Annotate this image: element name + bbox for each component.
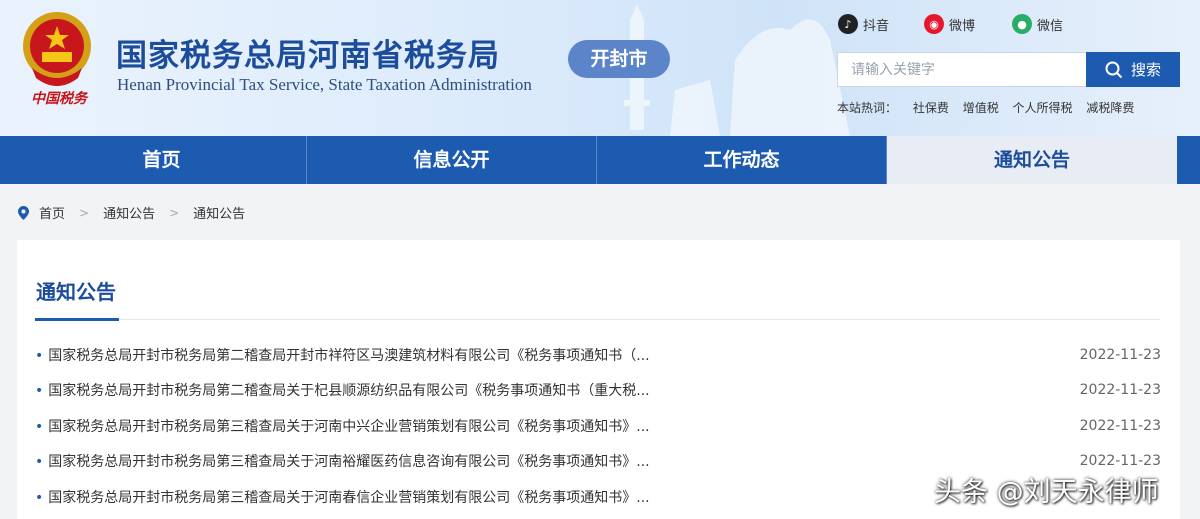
notice-date: 2022-11-23 [1079,417,1161,434]
site-header: 中国税务 国家税务总局河南省税务局 Henan Provincial Tax S… [0,0,1200,136]
wechat-icon: ● [1012,14,1032,34]
social-douyin-link[interactable]: ♪ 抖音 [838,14,889,34]
search-button-label: 搜索 [1130,61,1161,79]
search-input[interactable] [837,52,1088,87]
breadcrumb-item[interactable]: 通知公告 [193,203,245,222]
social-weibo-link[interactable]: ◉ 微博 [924,14,975,34]
notice-date: 2022-11-23 [1079,346,1161,363]
hot-term-link[interactable]: 增值税 [963,101,999,115]
location-pin-icon [18,205,29,220]
notice-title[interactable]: 国家税务总局开封市税务局第三稽查局关于河南中兴企业营销策划有限公司《税务事项通知… [35,416,715,436]
social-label: 微信 [1037,18,1064,34]
main-nav: 首页 信息公开 工作动态 通知公告 [0,136,1200,184]
hot-term-link[interactable]: 个人所得税 [1013,101,1073,115]
emblem-caption: 中国税务 [31,91,87,107]
hot-terms-label: 本站热词： [837,101,898,115]
city-badge[interactable]: 开封市 [568,40,670,78]
search-button[interactable]: 搜索 [1086,52,1180,87]
chevron-right-icon: > [79,205,90,220]
breadcrumb-item[interactable]: 通知公告 [103,203,155,222]
notice-title[interactable]: 国家税务总局开封市税务局第三稽查局关于河南裕耀医药信息咨询有限公司《税务事项通知… [35,451,715,471]
nav-item-info-disclosure[interactable]: 信息公开 [307,136,597,184]
list-item[interactable]: 国家税务总局开封市税务局第二稽查局开封市祥符区马澳建筑材料有限公司《税务事项通知… [35,337,1161,373]
notice-title[interactable]: 国家税务总局开封市税务局第二稽查局关于杞县顺源纺织品有限公司《税务事项通知书（重… [35,380,715,400]
chevron-right-icon: > [169,205,180,220]
notice-title[interactable]: 国家税务总局开封市税务局第三稽查局关于河南春信企业营销策划有限公司《税务事项通知… [35,487,715,507]
hot-term-link[interactable]: 减税降费 [1086,101,1134,115]
hot-terms: 本站热词： 社保费 增值税 个人所得税 减税降费 [837,99,1144,116]
list-item[interactable]: 国家税务总局开封市税务局第二稽查局关于杞县顺源纺织品有限公司《税务事项通知书（重… [35,373,1161,409]
breadcrumb-item[interactable]: 首页 [39,203,65,222]
notice-date: 2022-11-23 [1079,453,1161,470]
nav-item-home[interactable]: 首页 [17,136,307,184]
notice-title[interactable]: 国家税务总局开封市税务局第二稽查局开封市祥符区马澳建筑材料有限公司《税务事项通知… [35,345,715,365]
douyin-icon: ♪ [838,14,858,34]
social-label: 抖音 [863,18,890,34]
weibo-icon: ◉ [924,14,944,34]
watermark: 头条 @刘天永律师 [934,477,1159,508]
site-subtitle: Henan Provincial Tax Service, State Taxa… [117,75,532,94]
site-title[interactable]: 国家税务总局河南省税务局 [116,30,500,75]
social-wechat-link[interactable]: ● 微信 [1012,14,1063,34]
section-divider [35,318,1160,321]
section-title: 通知公告 [36,280,116,304]
breadcrumb: 首页 > 通知公告 > 通知公告 [18,203,245,222]
search-icon [1105,61,1123,78]
notice-date: 2022-11-23 [1079,382,1161,399]
national-emblem-icon [23,12,91,86]
list-item[interactable]: 国家税务总局开封市税务局第三稽查局关于河南中兴企业营销策划有限公司《税务事项通知… [35,408,1161,444]
hot-term-link[interactable]: 社保费 [913,101,949,115]
nav-item-work-news[interactable]: 工作动态 [597,136,887,184]
social-label: 微博 [949,18,976,34]
nav-item-notices[interactable]: 通知公告 [887,136,1177,184]
